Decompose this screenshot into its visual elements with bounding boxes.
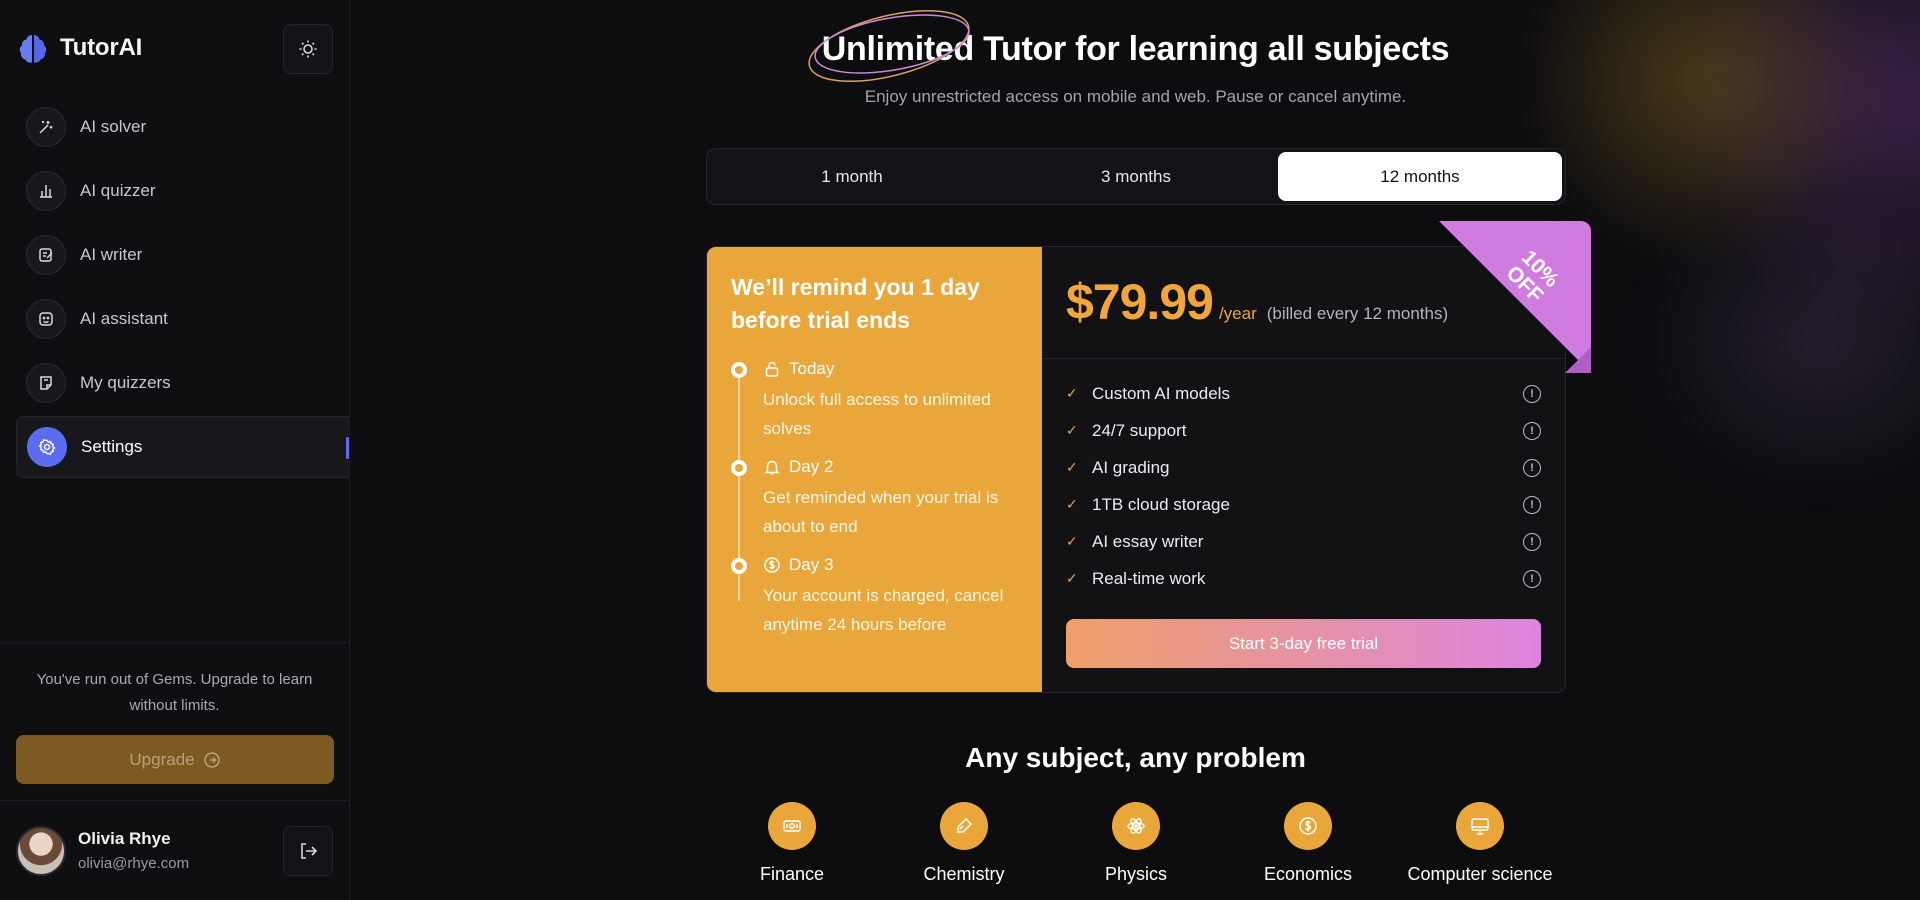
sidebar-item-label: AI assistant bbox=[80, 309, 168, 328]
info-icon[interactable]: ! bbox=[1523, 421, 1541, 440]
user-profile: Olivia Rhye olivia@rhye.com bbox=[0, 800, 349, 900]
sidebar-item-label: AI solver bbox=[80, 117, 147, 136]
bot-face-icon bbox=[26, 299, 66, 339]
step-text: Unlock full access to unlimited solves bbox=[763, 390, 991, 438]
lock-icon bbox=[765, 361, 779, 377]
check-icon: ✓ bbox=[1066, 533, 1078, 549]
upgrade-panel: You've run out of Gems. Upgrade to learn… bbox=[0, 642, 349, 800]
step-title: Day 2 bbox=[789, 457, 834, 476]
check-icon: ✓ bbox=[1066, 385, 1078, 401]
brain-logo-icon bbox=[19, 35, 47, 63]
remind-title: We’ll remind you 1 day before trial ends bbox=[731, 274, 980, 333]
timeline-step-day-3: Day 3 Your account is charged, cancel an… bbox=[731, 555, 1018, 639]
gems-message: You've run out of Gems. Upgrade to learn… bbox=[36, 671, 313, 714]
logout-button[interactable] bbox=[283, 826, 333, 876]
check-icon: ✓ bbox=[1066, 570, 1078, 586]
subjects-title: Any subject, any problem bbox=[965, 742, 1306, 773]
money-icon bbox=[768, 802, 816, 850]
avatar[interactable] bbox=[16, 825, 66, 876]
tab-12-months[interactable]: 12 months bbox=[1278, 152, 1562, 201]
subject-finance[interactable]: Finance bbox=[706, 802, 878, 885]
step-title: Today bbox=[789, 359, 835, 378]
subject-physics[interactable]: Physics bbox=[1050, 802, 1222, 885]
bar-chart-icon bbox=[26, 171, 66, 211]
tab-3-months[interactable]: 3 months bbox=[994, 152, 1278, 201]
gear-icon bbox=[27, 427, 67, 467]
sparkle-wand-icon bbox=[26, 107, 66, 147]
info-icon[interactable]: ! bbox=[1523, 458, 1541, 477]
trial-timeline-panel: We’ll remind you 1 day before trial ends… bbox=[707, 247, 1042, 692]
dollar-icon bbox=[764, 557, 780, 573]
atom-icon bbox=[1112, 802, 1160, 850]
discount-ribbon: 10% OFF bbox=[1439, 221, 1591, 373]
timeline-step-today: Today Unlock full access to unlimited so… bbox=[731, 359, 1018, 443]
info-icon[interactable]: ! bbox=[1523, 495, 1541, 514]
monitor-icon bbox=[1456, 802, 1504, 850]
sidebar-item-label: AI writer bbox=[80, 245, 143, 264]
upgrade-button[interactable]: Upgrade bbox=[16, 735, 334, 784]
step-text: Get reminded when your trial is about to… bbox=[763, 488, 999, 536]
subject-economics[interactable]: Economics bbox=[1222, 802, 1394, 885]
bell-icon bbox=[764, 460, 780, 475]
sidebar-item-label: My quizzers bbox=[80, 373, 171, 392]
tab-1-month[interactable]: 1 month bbox=[710, 152, 994, 201]
pipette-icon bbox=[940, 802, 988, 850]
step-title: Day 3 bbox=[789, 555, 834, 574]
brand: TutorAI bbox=[0, 0, 349, 96]
info-icon[interactable]: ! bbox=[1523, 384, 1541, 403]
edit-note-icon bbox=[26, 235, 66, 275]
feature-item: ✓ AI essay writer! bbox=[1066, 523, 1541, 560]
info-icon[interactable]: ! bbox=[1523, 569, 1541, 588]
feature-item: ✓ AI grading! bbox=[1066, 449, 1541, 486]
feature-list: ✓ Custom AI models! ✓ 24/7 support! ✓ AI gr… bbox=[1042, 359, 1565, 597]
subject-chemistry[interactable]: Chemistry bbox=[878, 802, 1050, 885]
page-header: Unlimited Tutor for learning all subject… bbox=[351, 10, 1920, 107]
sidebar-nav: AI solver AI quizzer AI writer AI assist… bbox=[0, 96, 349, 480]
price: $79.99 bbox=[1066, 274, 1214, 330]
app-name: TutorAI bbox=[60, 34, 143, 61]
timeline-step-day-2: Day 2 Get reminded when your trial is ab… bbox=[731, 457, 1018, 541]
logout-icon bbox=[301, 843, 318, 859]
price-period: /year bbox=[1218, 304, 1257, 323]
sidebar-item-ai-writer[interactable]: AI writer bbox=[16, 224, 349, 286]
coin-icon bbox=[1284, 802, 1332, 850]
feature-item: ✓ Real-time work! bbox=[1066, 560, 1541, 597]
sidebar-item-ai-assistant[interactable]: AI assistant bbox=[16, 288, 349, 350]
sidebar-item-label: AI quizzer bbox=[80, 181, 156, 200]
subject-computer-science[interactable]: Computer science bbox=[1394, 802, 1566, 885]
start-trial-button[interactable]: Start 3-day free trial bbox=[1066, 619, 1541, 668]
sidebar: TutorAI AI solver AI quizzer AI writer A… bbox=[0, 0, 350, 900]
sidebar-item-ai-quizzer[interactable]: AI quizzer bbox=[16, 160, 349, 222]
step-text: Your account is charged, cancel anytime … bbox=[763, 586, 1004, 634]
user-name: Olivia Rhye bbox=[78, 829, 171, 848]
feature-item: ✓ 24/7 support! bbox=[1066, 412, 1541, 449]
subject-list: Finance Chemistry Physics Economics Comp… bbox=[706, 802, 1566, 885]
page-subtitle: Enjoy unrestricted access on mobile and … bbox=[864, 87, 1407, 106]
check-icon: ✓ bbox=[1066, 422, 1078, 438]
swirl-decoration bbox=[808, 10, 970, 82]
sidebar-item-my-quizzers[interactable]: My quizzers bbox=[16, 352, 349, 414]
billing-note: (billed every 12 months) bbox=[1266, 304, 1449, 323]
pricing-card: We’ll remind you 1 day before trial ends… bbox=[706, 221, 1591, 693]
user-email: olivia@rhye.com bbox=[78, 855, 190, 872]
trial-timeline: Today Unlock full access to unlimited so… bbox=[731, 359, 1018, 639]
note-icon bbox=[26, 363, 66, 403]
sidebar-item-label: Settings bbox=[81, 437, 143, 456]
page-title: Unlimited Tutor for learning all subject… bbox=[808, 10, 1450, 82]
billing-period-tabs: 1 month 3 months 12 months bbox=[706, 148, 1566, 205]
feature-item: ✓ Custom AI models! bbox=[1066, 375, 1541, 412]
upgrade-label: Upgrade bbox=[129, 749, 195, 769]
check-icon: ✓ bbox=[1066, 459, 1078, 475]
arrow-circle-right-icon bbox=[203, 751, 220, 768]
check-icon: ✓ bbox=[1066, 496, 1078, 512]
theme-toggle-button[interactable] bbox=[283, 24, 333, 74]
sidebar-item-ai-solver[interactable]: AI solver bbox=[16, 96, 349, 158]
sidebar-item-settings[interactable]: Settings bbox=[16, 416, 349, 478]
info-icon[interactable]: ! bbox=[1523, 532, 1541, 551]
sun-icon bbox=[299, 40, 317, 58]
feature-item: ✓ 1TB cloud storage! bbox=[1066, 486, 1541, 523]
main-content: Unlimited Tutor for learning all subject… bbox=[351, 0, 1920, 900]
